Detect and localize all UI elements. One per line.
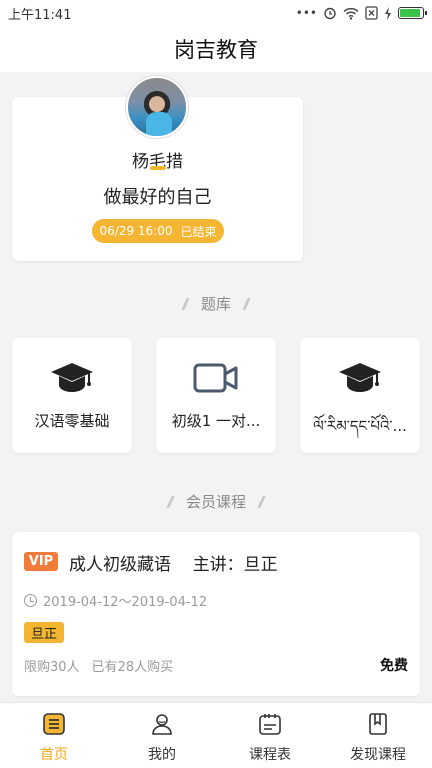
book-icon — [365, 711, 391, 737]
tab-label: 首页 — [40, 747, 68, 763]
purchase-count: 已有28人购买 — [91, 660, 174, 675]
question-bank-item[interactable]: ལོ་རིམ་དང་པོའི་... — [300, 338, 420, 453]
question-bank-title: 题库 — [200, 295, 231, 313]
video-camera-icon — [156, 358, 276, 398]
tab-home[interactable]: 首页 — [0, 703, 108, 768]
status-time: 上午11:41 — [8, 7, 72, 23]
teacher-avatar — [126, 76, 188, 138]
graduation-cap-icon — [300, 358, 420, 398]
home-list-icon — [41, 711, 67, 737]
dots-icon: ••• — [295, 6, 317, 20]
live-course-card[interactable]: 杨毛措 做最好的自己 06/29 16:00 已结束 — [12, 76, 303, 261]
app-header: 岗吉教育 — [0, 26, 432, 72]
question-bank-heading: 题库 — [0, 293, 432, 314]
battery-icon — [398, 7, 427, 19]
tab-label: 我的 — [148, 747, 176, 763]
purchase-limit: 限购30人 — [24, 660, 80, 675]
live-status: 已结束 — [180, 224, 217, 239]
status-bar: 上午11:41 ••• — [0, 0, 432, 26]
question-bank-label: ལོ་རིམ་དང་པོའི་... — [313, 417, 407, 435]
clock-icon — [24, 594, 37, 607]
bottom-tab-bar: 首页 我的 课程表 发现课程 — [0, 702, 432, 768]
question-bank-label: 初级1 一对... — [171, 412, 261, 430]
live-time: 06/29 16:00 — [99, 224, 173, 238]
course-card[interactable]: VIP 成人初级藏语 主讲：旦正 2019-04-12～2019-04-12 旦… — [12, 532, 420, 696]
teacher-tag: 旦正 — [24, 622, 65, 643]
user-icon — [149, 711, 175, 737]
member-courses-heading: 会员课程 — [0, 491, 432, 512]
question-bank-label: 汉语零基础 — [34, 412, 110, 430]
live-status-badge: 06/29 16:00 已结束 — [92, 219, 224, 243]
alarm-icon — [324, 7, 336, 20]
member-courses-title: 会员课程 — [185, 493, 246, 511]
tab-label: 课程表 — [249, 747, 291, 763]
course-title-row: 成人初级藏语 主讲：旦正 — [69, 550, 278, 575]
vip-badge: VIP — [24, 552, 58, 571]
course-title: 成人初级藏语 — [69, 555, 171, 575]
status-icons: ••• — [295, 6, 427, 20]
question-bank-item[interactable]: 汉语零基础 — [12, 338, 132, 453]
sim-off-icon — [365, 6, 378, 20]
schedule-icon — [257, 711, 283, 737]
lecturer-name: 旦正 — [243, 555, 278, 575]
tab-discover[interactable]: 发现课程 — [324, 703, 432, 768]
tab-mine[interactable]: 我的 — [108, 703, 216, 768]
tab-schedule[interactable]: 课程表 — [216, 703, 324, 768]
name-underline — [150, 166, 166, 170]
charging-icon — [385, 6, 391, 20]
graduation-cap-icon — [12, 358, 132, 398]
live-motto: 做最好的自己 — [103, 187, 212, 208]
question-bank-item[interactable]: 初级1 一对... — [156, 338, 276, 453]
tab-label: 发现课程 — [350, 747, 406, 763]
course-date-range: 2019-04-12～2019-04-12 — [43, 595, 208, 610]
course-price: 免费 — [380, 658, 408, 674]
wifi-icon — [343, 7, 359, 20]
page-title: 岗吉教育 — [174, 38, 258, 62]
course-meta: 限购30人 已有28人购买 — [24, 656, 173, 675]
lecturer-label: 主讲： — [192, 555, 244, 575]
course-date-row: 2019-04-12～2019-04-12 — [24, 591, 207, 610]
